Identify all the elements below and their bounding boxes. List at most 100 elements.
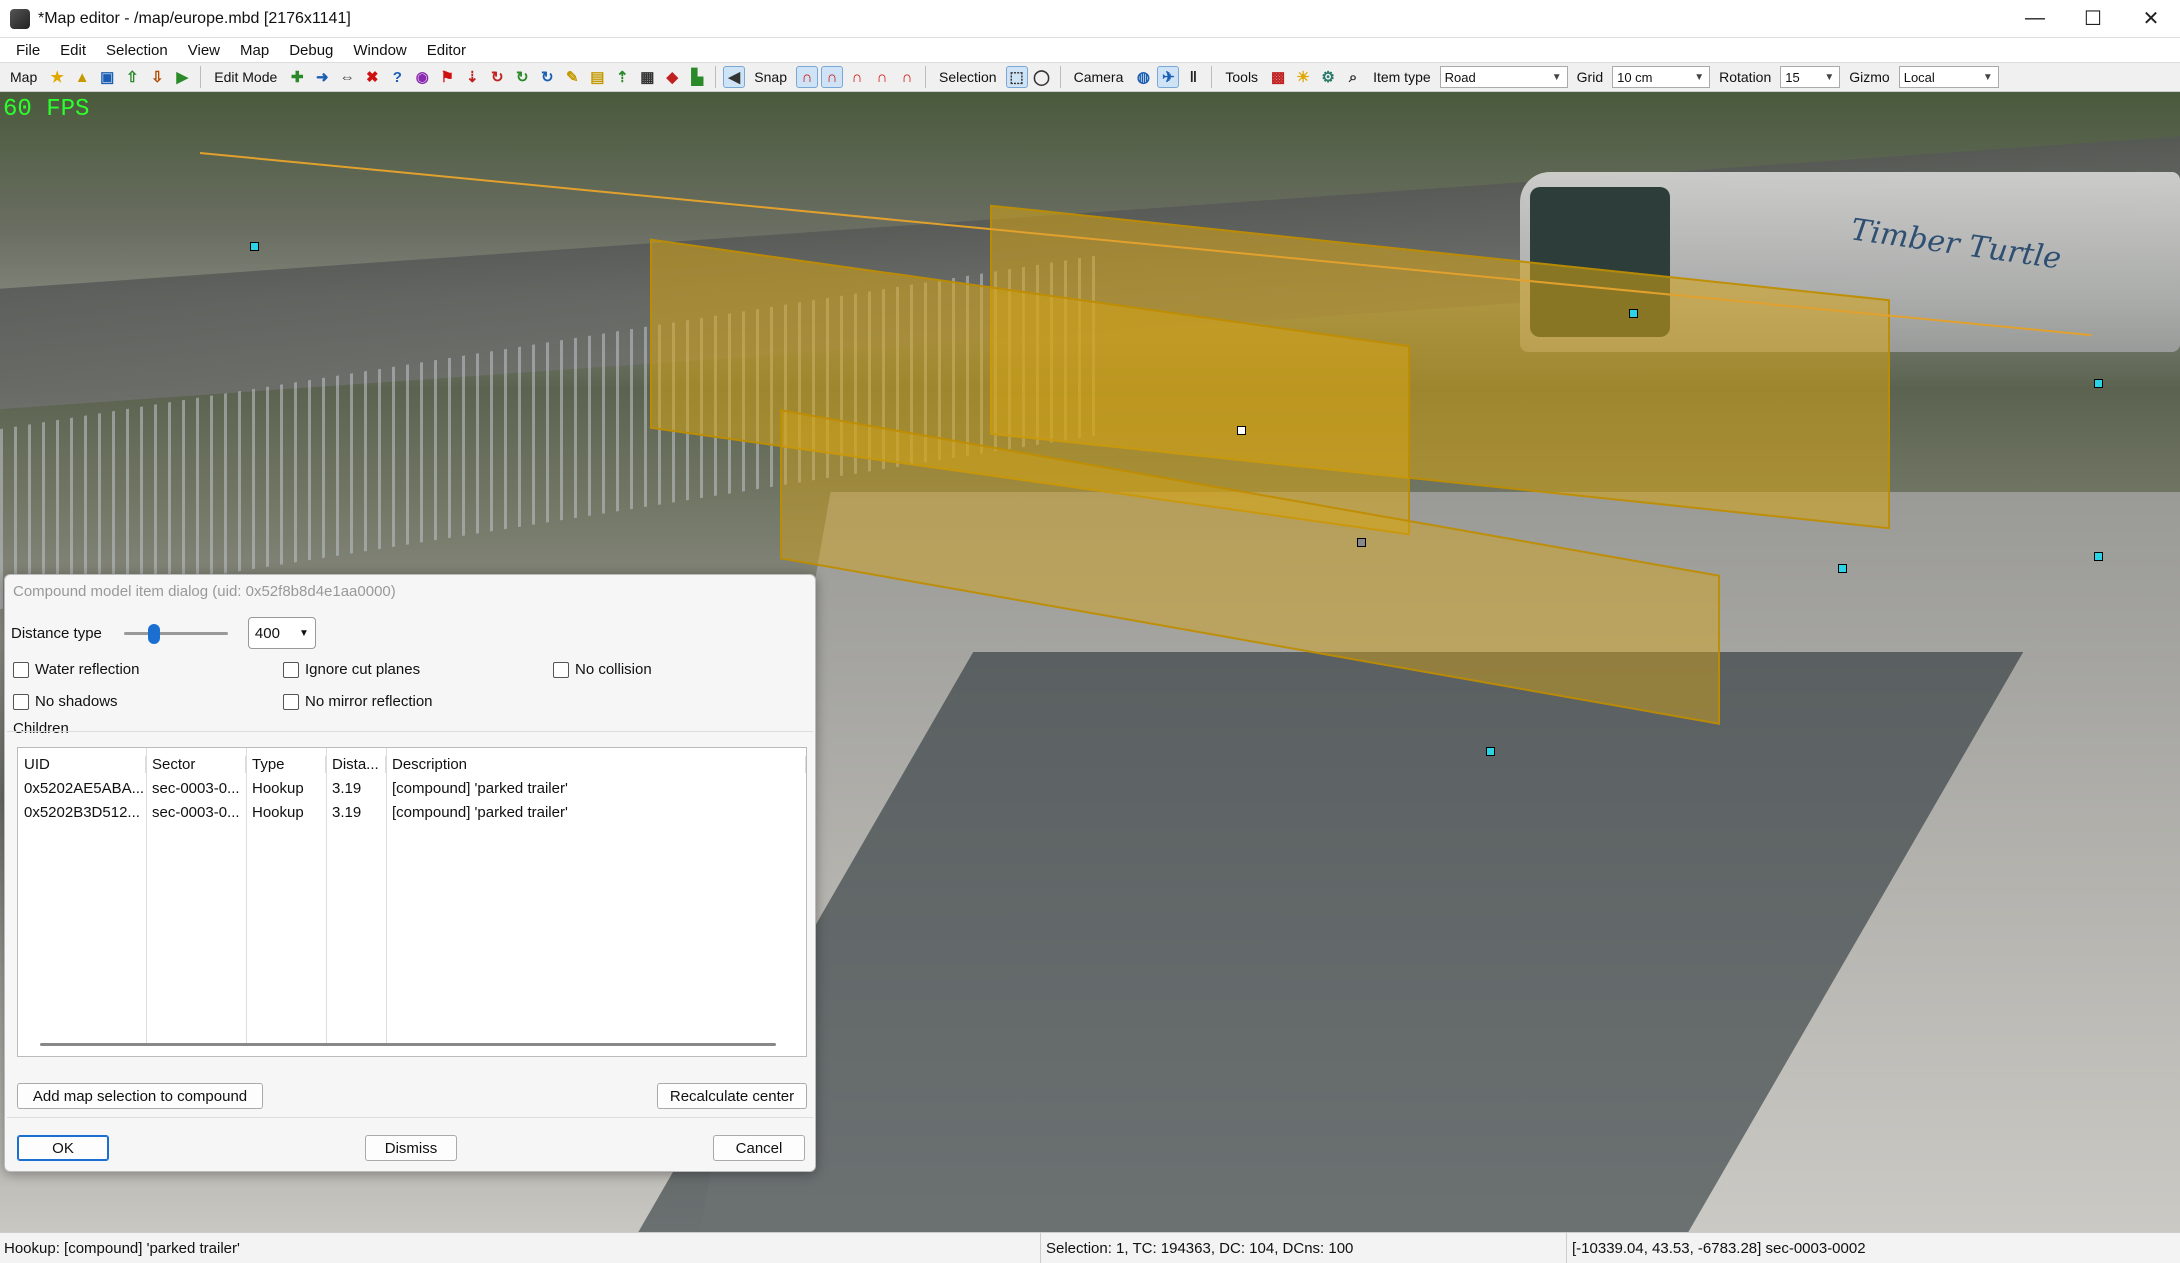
sun-icon[interactable]: ☀	[1292, 66, 1314, 88]
menu-map[interactable]: Map	[230, 42, 279, 59]
checkbox-box[interactable]	[13, 693, 29, 710]
brush-icon[interactable]: ✎	[561, 66, 583, 88]
add-map-selection-button[interactable]: Add map selection to compound	[17, 1083, 263, 1109]
toolbar-separator	[715, 66, 717, 88]
import-icon[interactable]: ⇩	[146, 66, 168, 88]
menu-view[interactable]: View	[178, 42, 230, 59]
column-header-type[interactable]: Type	[246, 755, 326, 773]
flag-icon[interactable]: ⚑	[436, 66, 458, 88]
lasso-icon[interactable]: ◯	[1031, 66, 1053, 88]
toolbar-tools-label: Tools	[1225, 69, 1259, 85]
road-icon[interactable]: ▤	[586, 66, 608, 88]
column-header-distance[interactable]: Dista...	[326, 755, 386, 773]
menu-window[interactable]: Window	[343, 42, 416, 59]
recalculate-center-button[interactable]: Recalculate center	[657, 1083, 807, 1109]
palette-icon[interactable]: ▩	[1267, 66, 1289, 88]
export-icon[interactable]: ⇧	[121, 66, 143, 88]
lower-icon[interactable]: ⇣	[461, 66, 483, 88]
menu-editor[interactable]: Editor	[417, 42, 476, 59]
pause-icon[interactable]: ‖	[1182, 66, 1204, 88]
grid-label: Grid	[1576, 69, 1604, 85]
save-icon[interactable]: ▣	[96, 66, 118, 88]
node-marker[interactable]	[1357, 538, 1366, 547]
node-marker[interactable]	[1629, 309, 1638, 318]
rotation-select[interactable]: 15 ▼	[1780, 66, 1841, 88]
dismiss-button[interactable]: Dismiss	[365, 1135, 457, 1161]
children-table[interactable]: UID Sector Type Dista... Description 0x5…	[17, 747, 807, 1057]
globe-icon[interactable]: ◍	[1132, 66, 1154, 88]
add-icon[interactable]: ✚	[286, 66, 308, 88]
checkbox-box[interactable]	[283, 693, 299, 710]
snap-magnet-3-icon[interactable]: ∩	[846, 66, 868, 88]
menu-file[interactable]: File	[6, 42, 50, 59]
distance-select[interactable]: 400 ▼	[247, 617, 316, 649]
water-reflection-checkbox[interactable]: Water reflection	[13, 661, 139, 678]
node-marker[interactable]	[1486, 747, 1495, 756]
node-marker[interactable]	[250, 242, 259, 251]
stats-icon[interactable]: ▙	[686, 66, 708, 88]
cancel-button[interactable]: Cancel	[713, 1135, 805, 1161]
prefab-icon[interactable]: ▦	[636, 66, 658, 88]
item-type-select[interactable]: Road ▼	[1439, 66, 1568, 88]
column-header-sector[interactable]: Sector	[146, 755, 246, 773]
move-icon[interactable]: ➜	[311, 66, 333, 88]
delete-icon[interactable]: ✖	[361, 66, 383, 88]
close-button[interactable]: ✕	[2122, 0, 2180, 37]
slider-thumb[interactable]	[147, 624, 160, 644]
info-icon[interactable]: ◉	[411, 66, 433, 88]
star-icon[interactable]: ★	[46, 66, 68, 88]
snap-magnet-5-icon[interactable]: ∩	[896, 66, 918, 88]
grid-select[interactable]: 10 cm ▼	[1612, 66, 1711, 88]
checkbox-box[interactable]	[283, 661, 299, 678]
snap-magnet-4-icon[interactable]: ∩	[871, 66, 893, 88]
maximize-button[interactable]: ☐	[2064, 0, 2122, 37]
help-icon[interactable]: ?	[386, 66, 408, 88]
checkbox-row-2b: No mirror reflection	[283, 693, 433, 710]
toolbar-separator	[200, 66, 202, 88]
rect-select-icon[interactable]: ⬚	[1005, 66, 1028, 88]
rotate-green-icon[interactable]: ↻	[511, 66, 533, 88]
play-icon[interactable]: ▶	[171, 66, 193, 88]
divider	[7, 1117, 813, 1118]
horizontal-scrollbar[interactable]	[40, 1043, 776, 1046]
menu-selection[interactable]: Selection	[96, 42, 178, 59]
table-row[interactable]: 0x5202B3D512... sec-0003-0... Hookup 3.1…	[18, 800, 806, 824]
rotate-blue-icon[interactable]: ↻	[536, 66, 558, 88]
snap-magnet-1-icon[interactable]: ∩	[795, 66, 818, 88]
column-header-uid[interactable]: UID	[18, 755, 146, 773]
search-icon[interactable]: ⌕	[1342, 66, 1364, 88]
no-collision-checkbox[interactable]: No collision	[553, 661, 652, 678]
node-marker[interactable]	[1838, 564, 1847, 573]
minimize-button[interactable]: —	[2006, 0, 2064, 37]
raise-icon[interactable]: ⇡	[611, 66, 633, 88]
checkbox-box[interactable]	[13, 661, 29, 678]
water-reflection-label: Water reflection	[35, 661, 140, 678]
distance-slider[interactable]	[123, 623, 228, 644]
node-marker[interactable]	[1237, 426, 1246, 435]
gizmo-select[interactable]: Local ▼	[1898, 66, 1999, 88]
rotate-red-icon[interactable]: ↻	[486, 66, 508, 88]
menu-debug[interactable]: Debug	[279, 42, 343, 59]
column-header-description[interactable]: Description	[386, 755, 806, 773]
checkbox-row-2: No shadows	[13, 693, 118, 710]
menu-edit[interactable]: Edit	[50, 42, 96, 59]
sound-icon[interactable]: ◀	[723, 66, 746, 88]
resize-icon[interactable]: ⇔	[336, 66, 358, 88]
status-divider	[1566, 1233, 1567, 1263]
vehicle-icon[interactable]: ◆	[661, 66, 683, 88]
ok-button[interactable]: OK	[17, 1135, 109, 1161]
ignore-cut-planes-checkbox[interactable]: Ignore cut planes	[283, 661, 420, 678]
node-marker[interactable]	[2094, 379, 2103, 388]
gear-icon[interactable]: ⚙	[1317, 66, 1339, 88]
snap-magnet-2-icon[interactable]: ∩	[820, 66, 843, 88]
table-row[interactable]: 0x5202AE5ABA... sec-0003-0... Hookup 3.1…	[18, 776, 806, 800]
column-divider	[146, 748, 147, 1044]
no-mirror-reflection-checkbox[interactable]: No mirror reflection	[283, 693, 433, 710]
camera-fly-icon[interactable]: ✈	[1157, 66, 1180, 88]
open-map-icon[interactable]: ▲	[71, 66, 93, 88]
node-marker[interactable]	[2094, 552, 2103, 561]
checkbox-row-1c: No collision	[553, 661, 652, 678]
checkbox-box[interactable]	[553, 661, 569, 678]
distance-type-label: Distance type	[11, 624, 102, 642]
no-shadows-checkbox[interactable]: No shadows	[13, 693, 118, 710]
